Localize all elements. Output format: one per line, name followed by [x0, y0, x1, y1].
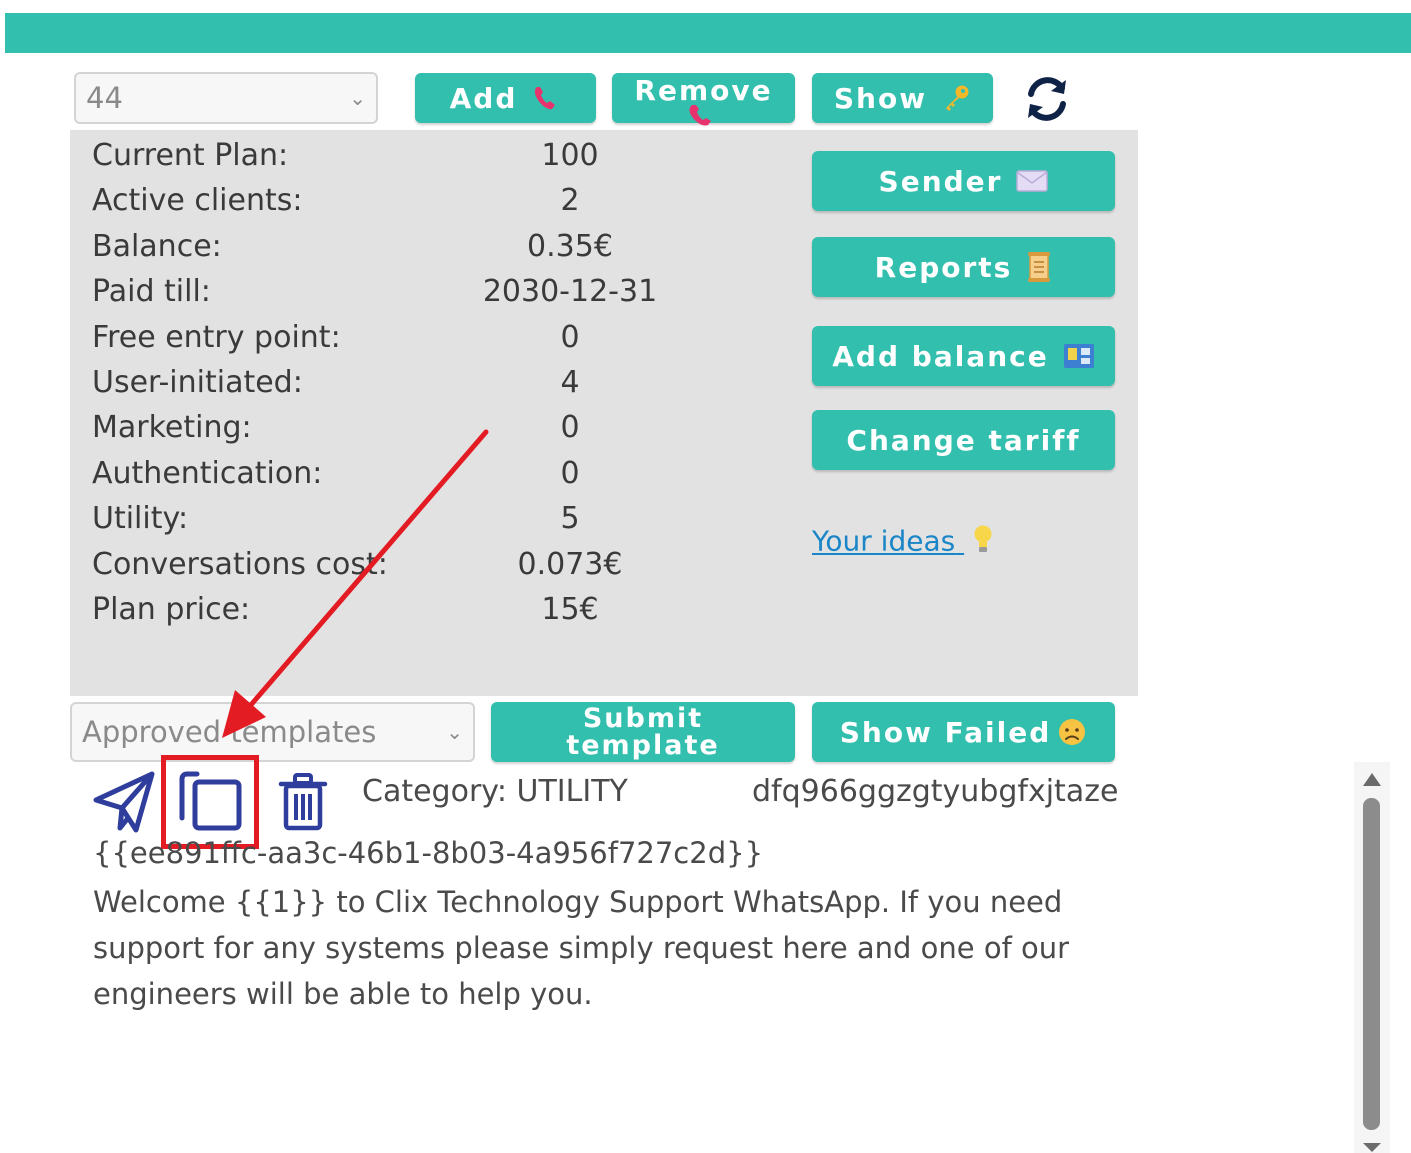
- sender-button[interactable]: Sender: [812, 151, 1115, 211]
- chevron-down-icon: ⌄: [349, 86, 366, 110]
- approved-templates-select[interactable]: Approved templates ⌄: [70, 702, 475, 762]
- template-id: {{ee891ffc-aa3c-46b1-8b03-4a956f727c2d}}: [93, 836, 764, 870]
- stat-value: 0: [560, 410, 580, 445]
- show-failed-label: Show Failed: [839, 715, 1052, 749]
- add-number-label: Add: [449, 81, 518, 115]
- your-ideas-label: Your ideas: [812, 524, 956, 558]
- add-balance-label: Add balance: [832, 339, 1049, 373]
- stat-value: 2030-12-31: [482, 274, 658, 309]
- stat-label: Authentication:: [92, 456, 323, 491]
- stat-label: Conversations cost:: [92, 547, 388, 582]
- stat-value: 100: [541, 138, 599, 173]
- envelope-icon: [1016, 170, 1049, 192]
- stat-value: 0.35€: [527, 229, 613, 264]
- stat-value: 2: [560, 183, 580, 218]
- template-body: Welcome {{1}} to Clix Technology Support…: [93, 885, 1070, 1011]
- scroll-up-icon[interactable]: [1361, 770, 1383, 788]
- stat-label: Current Plan:: [92, 138, 289, 173]
- stat-label: Marketing:: [92, 410, 252, 445]
- key-icon: [941, 83, 971, 113]
- lightbulb-icon: [972, 524, 994, 561]
- phone-receiver-icon: [531, 83, 561, 113]
- atm-icon: [1063, 343, 1095, 369]
- stat-value: 4: [560, 365, 580, 400]
- stat-label: Active clients:: [92, 183, 303, 218]
- template-name: dfq966ggzgtyubgfxjtaze: [752, 774, 1119, 809]
- stat-label: Balance:: [92, 229, 222, 264]
- stat-value: 5: [560, 501, 580, 536]
- show-key-label: Show: [833, 81, 928, 115]
- stat-label: Plan price:: [92, 592, 251, 627]
- change-tariff-button[interactable]: Change tariff: [812, 410, 1115, 470]
- reports-label: Reports: [874, 250, 1013, 284]
- submit-template-button[interactable]: Submit template: [491, 702, 795, 762]
- scroll-down-icon[interactable]: [1361, 1142, 1383, 1153]
- stat-label: Paid till:: [92, 274, 211, 309]
- add-balance-button[interactable]: Add balance: [812, 326, 1115, 386]
- page: 44 ⌄ Add Remove Show Current Plan: 100 Act…: [0, 0, 1411, 1153]
- stat-label: Free entry point:: [92, 320, 341, 355]
- template-category: Category: UTILITY: [362, 774, 628, 809]
- chevron-down-icon: ⌄: [446, 720, 463, 744]
- phone-number-select-value: 44: [86, 81, 123, 115]
- approved-templates-select-value: Approved templates: [82, 715, 377, 749]
- scrollbar-thumb[interactable]: [1363, 798, 1380, 1130]
- stat-value: 0.073€: [517, 547, 623, 582]
- stat-label: Utility:: [92, 501, 189, 536]
- scrollbar[interactable]: [1354, 762, 1390, 1153]
- show-key-button[interactable]: Show: [812, 73, 993, 123]
- send-icon[interactable]: [92, 770, 156, 834]
- disappointed-face-icon: [1057, 717, 1087, 747]
- stat-value: 0: [560, 320, 580, 355]
- phone-number-select[interactable]: 44 ⌄: [74, 72, 378, 124]
- copy-icon-highlight-box: [161, 755, 259, 849]
- stat-value: 15€: [541, 592, 599, 627]
- show-failed-button[interactable]: Show Failed: [812, 702, 1115, 762]
- refresh-icon[interactable]: [1022, 74, 1072, 124]
- stat-label: User-initiated:: [92, 365, 303, 400]
- top-header-bar: [5, 13, 1411, 53]
- add-number-button[interactable]: Add: [415, 73, 596, 123]
- scroll-icon: [1026, 251, 1052, 283]
- sender-label: Sender: [878, 164, 1003, 198]
- stat-value: 0: [560, 456, 580, 491]
- your-ideas-link[interactable]: Your ideas: [812, 524, 994, 561]
- trash-icon[interactable]: [278, 772, 328, 832]
- remove-number-button[interactable]: Remove: [612, 73, 795, 126]
- change-tariff-label: Change tariff: [846, 423, 1081, 457]
- submit-template-label: Submit template: [566, 703, 720, 761]
- reports-button[interactable]: Reports: [812, 237, 1115, 297]
